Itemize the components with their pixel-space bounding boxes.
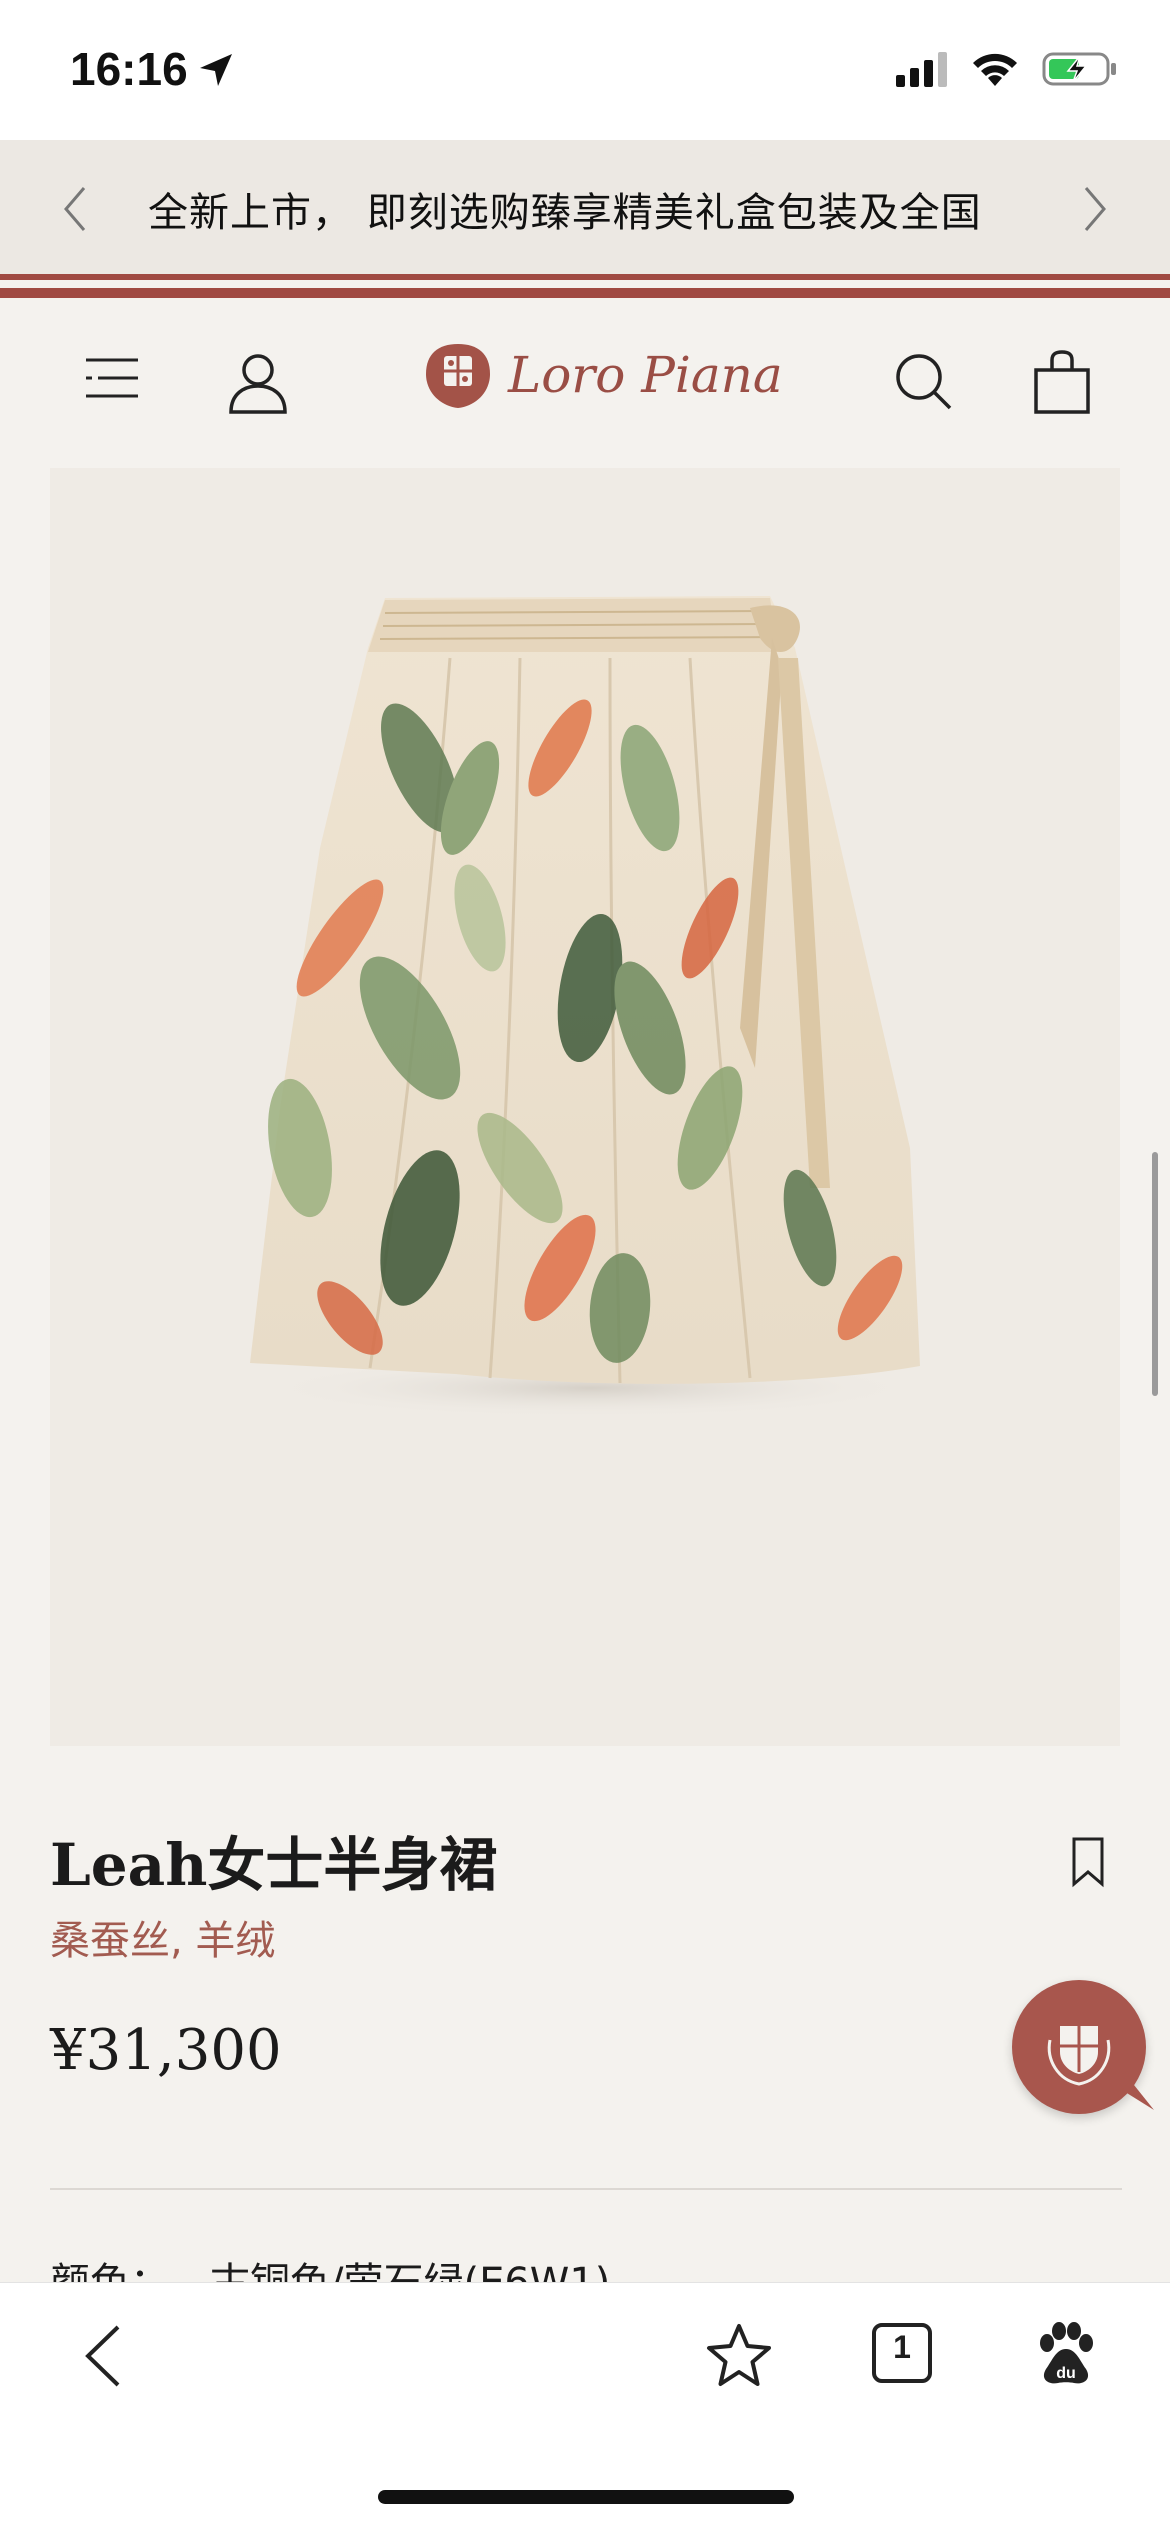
- status-time: 16:16: [70, 43, 188, 95]
- brand-logo[interactable]: Loro Piana: [418, 334, 783, 424]
- favorite-star-icon[interactable]: [704, 2321, 774, 2395]
- crest-icon: [426, 344, 490, 408]
- shopping-bag-icon[interactable]: [1032, 350, 1092, 418]
- scroll-indicator[interactable]: [1152, 1152, 1158, 1396]
- site-header: Loro Piana: [0, 298, 1170, 468]
- back-icon[interactable]: [78, 2321, 128, 2395]
- brand-stripe: [0, 274, 1170, 280]
- search-icon[interactable]: [892, 350, 956, 418]
- skirt-illustration: [250, 596, 920, 1418]
- announcement-text[interactable]: 全新上市， 即刻选购臻享精美礼盒包装及全国: [148, 180, 982, 238]
- announcement-bar: 全新上市， 即刻选购臻享精美礼盒包装及全国: [0, 140, 1170, 274]
- location-arrow-icon: [196, 50, 236, 94]
- battery-charging-icon: [1042, 50, 1118, 92]
- product-price: ¥31,300: [50, 2018, 282, 2083]
- account-icon[interactable]: [226, 350, 290, 418]
- signal-icon: [894, 51, 948, 91]
- announcement-next-icon[interactable]: [1080, 184, 1110, 238]
- divider: [50, 2188, 1122, 2190]
- status-bar: 16:16: [0, 0, 1170, 140]
- chat-crest-icon: [1047, 2026, 1154, 2110]
- tabs-icon[interactable]: 1: [870, 2321, 934, 2389]
- baidu-paw-icon[interactable]: du: [1034, 2321, 1098, 2391]
- brand-name: Loro Piana: [508, 346, 783, 404]
- wifi-icon: [970, 50, 1020, 92]
- brand-stripe: [0, 288, 1170, 298]
- announcement-prev-icon[interactable]: [60, 184, 90, 238]
- bookmark-icon[interactable]: [1068, 1836, 1108, 1892]
- status-indicators: [894, 50, 1118, 92]
- product-title: Leah女士半身裙: [50, 1831, 498, 1899]
- product-image[interactable]: [50, 468, 1120, 1746]
- product-material: 桑蚕丝, 羊绒: [50, 1918, 276, 1964]
- tab-count: 1: [893, 2329, 911, 2365]
- svg-text:du: du: [1056, 2365, 1076, 2382]
- chat-button[interactable]: [1012, 1980, 1154, 2114]
- home-indicator[interactable]: [378, 2490, 794, 2504]
- menu-icon[interactable]: [84, 350, 140, 410]
